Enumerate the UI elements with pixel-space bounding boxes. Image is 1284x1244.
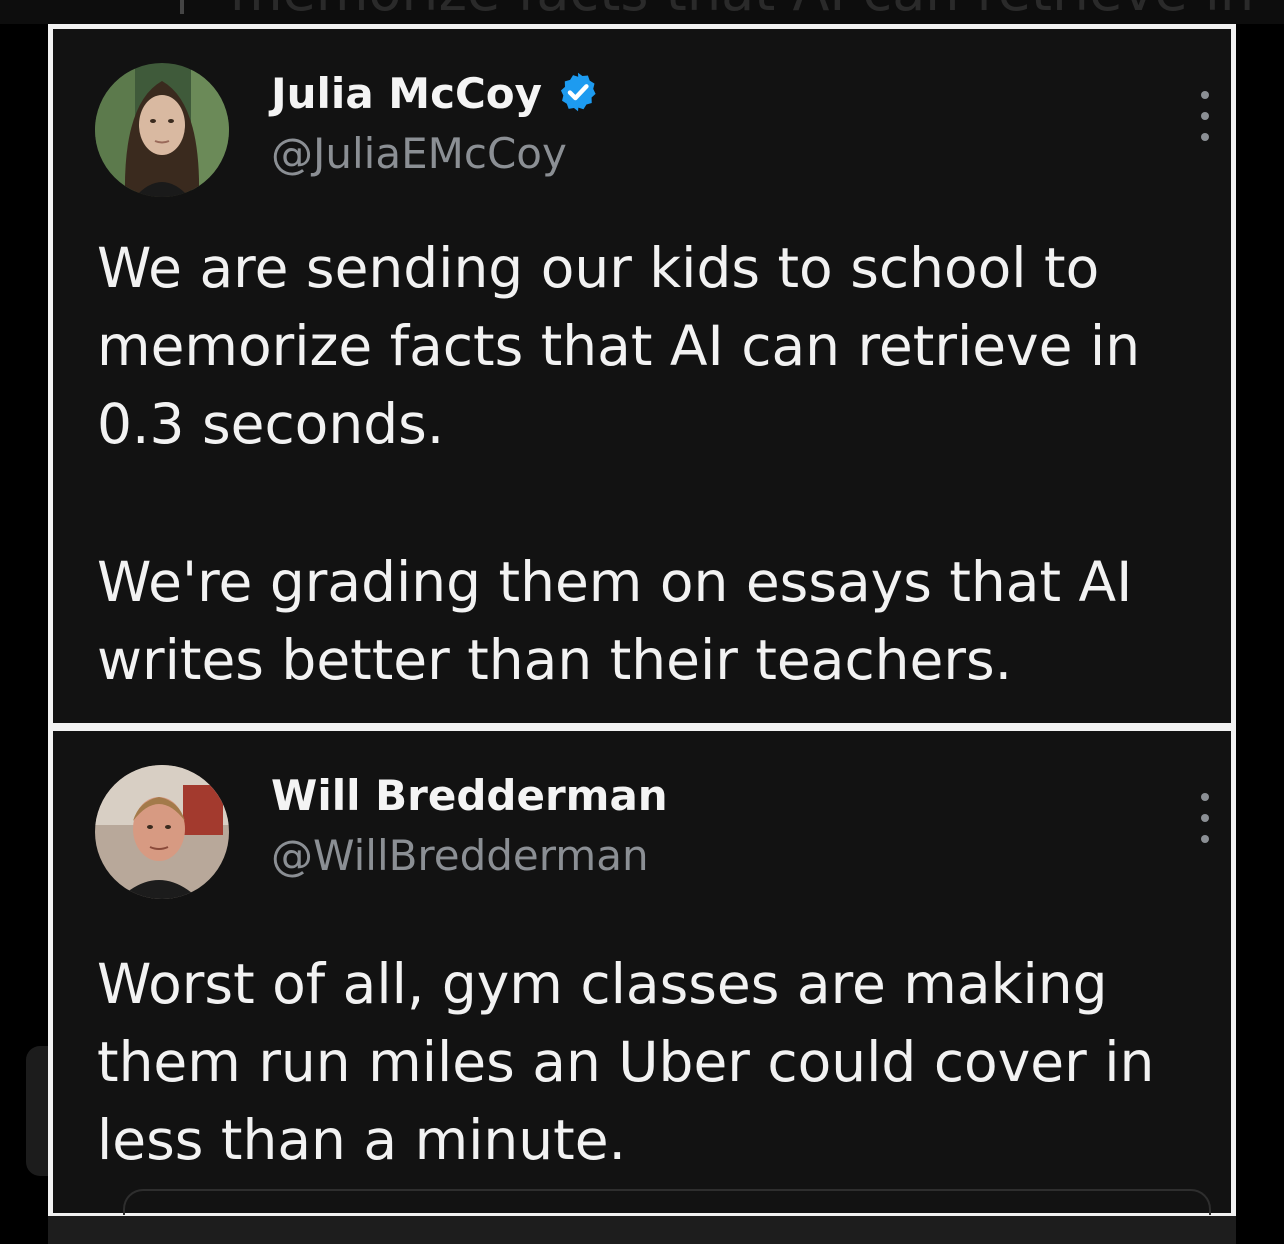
previous-post-text: memorize facts that AI can retrieve in bbox=[230, 0, 1254, 23]
avatar[interactable] bbox=[95, 765, 229, 899]
embedded-card-edge bbox=[123, 1189, 1211, 1215]
display-name[interactable]: Will Bredderman bbox=[271, 771, 668, 820]
tweet-paragraph: Worst of all, gym classes are making the… bbox=[97, 952, 1155, 1172]
tweet-card[interactable]: Will Bredderman @WillBredderman Worst of… bbox=[48, 726, 1236, 1218]
avatar[interactable] bbox=[95, 63, 229, 197]
more-vertical-icon[interactable] bbox=[1193, 793, 1217, 843]
display-name[interactable]: Julia McCoy bbox=[271, 69, 542, 118]
user-handle[interactable]: @WillBredderman bbox=[271, 831, 649, 880]
previous-post-strip: memorize facts that AI can retrieve in bbox=[0, 0, 1284, 24]
avatar-julia-image bbox=[95, 63, 229, 197]
more-vertical-icon[interactable] bbox=[1193, 91, 1217, 141]
user-handle[interactable]: @JuliaEMcCoy bbox=[271, 129, 567, 178]
next-post-strip bbox=[48, 1216, 1236, 1244]
tweet-text: We are sending our kids to school to mem… bbox=[97, 229, 1197, 699]
verified-badge-icon bbox=[556, 70, 600, 118]
divider bbox=[180, 0, 184, 14]
tweet-paragraph: We are sending our kids to school to mem… bbox=[97, 236, 1141, 456]
tweet-text: Worst of all, gym classes are making the… bbox=[97, 945, 1197, 1179]
author-row: Julia McCoy bbox=[271, 69, 600, 118]
tweet-card[interactable]: Julia McCoy @JuliaEMcCoy We are sending … bbox=[48, 24, 1236, 728]
avatar-will-image bbox=[95, 765, 229, 899]
tweet-paragraph: We're grading them on essays that AI wri… bbox=[97, 550, 1133, 692]
author-row: Will Bredderman bbox=[271, 771, 668, 820]
